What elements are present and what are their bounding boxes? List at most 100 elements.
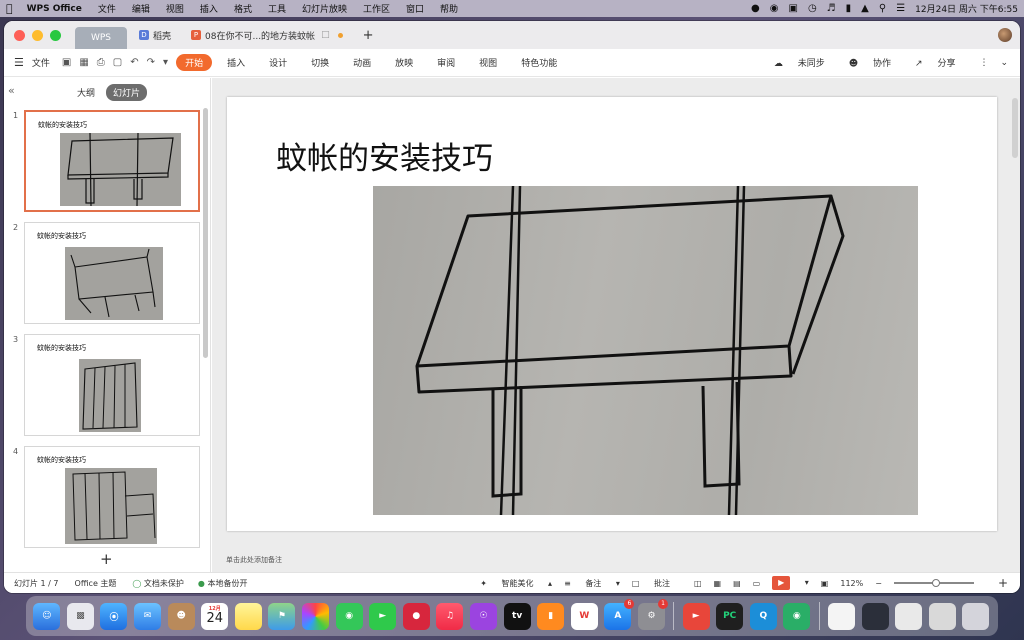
play-slideshow-button[interactable]: ▶ ▾ [772, 576, 809, 590]
window-preview-icon[interactable] [928, 602, 956, 630]
photos-icon[interactable] [302, 602, 330, 630]
menu-item-edit[interactable]: 编辑 [132, 2, 150, 15]
zoom-in-button[interactable]: + [998, 576, 1008, 590]
wps-office-icon[interactable]: W [570, 602, 598, 630]
slide-title[interactable]: 蚊帐的安装技巧 [276, 133, 493, 178]
slide-thumbnail-2[interactable]: 蚊帐的安装技巧 [24, 222, 200, 324]
zoom-knob[interactable] [931, 579, 940, 587]
notes-placeholder[interactable]: 单击此处添加备注 [226, 555, 282, 565]
tab-slides[interactable]: 幻灯片 [106, 84, 148, 101]
books-icon[interactable]: ▮ [537, 602, 565, 630]
undo-icon[interactable]: ↶ [130, 57, 138, 68]
print-icon[interactable]: ⎙ [97, 57, 105, 68]
sync-status-button[interactable]: ☁ 未同步 [774, 56, 837, 69]
messages-icon[interactable]: ◉ [335, 602, 363, 630]
print-preview-icon[interactable]: ▢ [113, 57, 122, 68]
facetime-icon[interactable]: ► [369, 602, 397, 630]
zoom-track[interactable] [893, 579, 974, 587]
tab-animations[interactable]: 动画 [344, 54, 380, 71]
wps-tray-icon[interactable]: ▣ [788, 3, 797, 14]
tab-outline[interactable]: 大纲 [70, 84, 102, 101]
menu-item-window[interactable]: 窗口 [406, 2, 424, 15]
calendar-icon[interactable]: 12月 24 [201, 602, 229, 630]
theme-name[interactable]: Office 主题 [75, 578, 117, 589]
tab-docer[interactable]: D 稻壳 [131, 24, 179, 46]
tab-wps-home[interactable]: WPS [75, 27, 127, 49]
avatar[interactable] [998, 28, 1012, 42]
slide-sorter-icon[interactable]: ▦ [714, 579, 722, 588]
comments-button[interactable]: □ 批注 [632, 578, 682, 589]
safari-icon[interactable]: ⦿ [100, 602, 128, 630]
battery-icon[interactable]: ▮ [846, 3, 852, 14]
screenshot-icon[interactable] [861, 602, 889, 630]
fit-window-icon[interactable]: ▣ [821, 579, 829, 588]
zoom-level[interactable]: 112% [840, 579, 863, 588]
slide-thumbnail-3[interactable]: 蚊帐的安装技巧 [24, 334, 200, 436]
smart-beautify-button[interactable]: ✦ 智能美化 ▴ [480, 578, 552, 589]
maps-icon[interactable]: ⚑ [268, 602, 296, 630]
more-options-icon[interactable]: ⋮ [979, 58, 988, 68]
document-icon[interactable] [827, 602, 855, 630]
slide-thumbnail-row[interactable]: 3 蚊帐的安装技巧 [4, 334, 204, 436]
tab-design[interactable]: 设计 [260, 54, 296, 71]
trash-icon[interactable] [962, 602, 990, 630]
zoom-window-button[interactable] [50, 29, 61, 41]
quick-access-dropdown-icon[interactable]: ▾ [163, 57, 168, 68]
tab-document[interactable]: P 08在你不可...的地方装蚊帐 □ [183, 24, 351, 46]
minimize-window-button[interactable] [32, 29, 43, 41]
cast-icon[interactable]: ▭ [753, 579, 761, 588]
menu-item-format[interactable]: 格式 [234, 2, 252, 15]
tab-view[interactable]: 视图 [470, 54, 506, 71]
apple-icon[interactable]:  [6, 2, 13, 15]
wps-ppt-icon[interactable]: ► [682, 602, 710, 630]
notes-toggle-button[interactable]: ≡ 备注 ▾ [564, 578, 620, 589]
volume-icon[interactable]: ♬ [827, 3, 836, 14]
quicktime-icon[interactable]: Q [749, 602, 777, 630]
collapse-ribbon-icon[interactable]: ⌄ [1000, 58, 1008, 68]
menu-item-file[interactable]: 文件 [98, 2, 116, 15]
menu-item-insert[interactable]: 插入 [200, 2, 218, 15]
document-protection-status[interactable]: ◯ 文档未保护 [132, 578, 184, 589]
tab-slideshow[interactable]: 放映 [386, 54, 422, 71]
clock-tray-icon[interactable]: ◷ [808, 3, 817, 14]
contacts-icon[interactable]: ☻ [167, 602, 195, 630]
save-icon[interactable]: ▣ [62, 57, 71, 68]
redo-icon[interactable]: ↷ [147, 57, 155, 68]
menu-item-slideshow[interactable]: 幻灯片放映 [302, 2, 347, 15]
wechat-icon[interactable]: ◉ [783, 602, 811, 630]
reading-view-icon[interactable]: ▤ [733, 579, 741, 588]
tab-home[interactable]: 开始 [176, 54, 213, 71]
system-settings-icon[interactable]: ⚙ 1 [637, 598, 668, 630]
slide-canvas[interactable]: 蚊帐的安装技巧 [227, 97, 997, 531]
photo-booth-icon[interactable]: ● [402, 602, 430, 630]
menu-item-help[interactable]: 帮助 [440, 2, 458, 15]
finder-icon[interactable]: ☺ [33, 602, 61, 630]
collaborate-button[interactable]: ☻ 协作 [849, 56, 903, 69]
tab-comment-icon[interactable]: □ [321, 30, 330, 40]
tab-special-features[interactable]: 特色功能 [512, 54, 566, 71]
slide-thumbnail-row[interactable]: 1 蚊帐的安装技巧 [4, 110, 204, 212]
normal-view-icon[interactable]: ◫ [694, 579, 702, 588]
mail-icon[interactable]: ✉ [134, 602, 162, 630]
tab-transitions[interactable]: 切换 [302, 54, 338, 71]
app-store-icon[interactable]: A6 [604, 598, 635, 630]
add-slide-button[interactable]: + [100, 550, 113, 568]
menubar-clock[interactable]: 12月24日 周六 下午6:55 [915, 2, 1018, 15]
menu-item-tools[interactable]: 工具 [268, 2, 286, 15]
menu-item-view[interactable]: 视图 [166, 2, 184, 15]
share-button[interactable]: ↗ 分享 [915, 56, 967, 69]
navigator-scrollbar[interactable] [203, 108, 208, 358]
hamburger-menu-icon[interactable]: ☰ [14, 56, 24, 69]
launchpad-icon[interactable]: ▩ [66, 602, 94, 630]
apple-tv-icon[interactable]: tv [503, 602, 531, 630]
tab-review[interactable]: 审阅 [428, 54, 464, 71]
wifi-icon[interactable]: ▲ [861, 3, 869, 14]
menu-app-name[interactable]: WPS Office [27, 4, 82, 14]
slide-thumbnail-row[interactable]: 2 蚊帐的安装技巧 [4, 222, 204, 324]
zoom-slider[interactable] [893, 579, 986, 588]
menu-item-workspace[interactable]: 工作区 [363, 2, 390, 15]
editor-scrollbar[interactable] [1012, 98, 1018, 158]
collapse-pane-icon[interactable]: « [8, 84, 15, 97]
close-window-button[interactable] [14, 29, 25, 41]
pycharm-icon[interactable]: PC [716, 602, 744, 630]
